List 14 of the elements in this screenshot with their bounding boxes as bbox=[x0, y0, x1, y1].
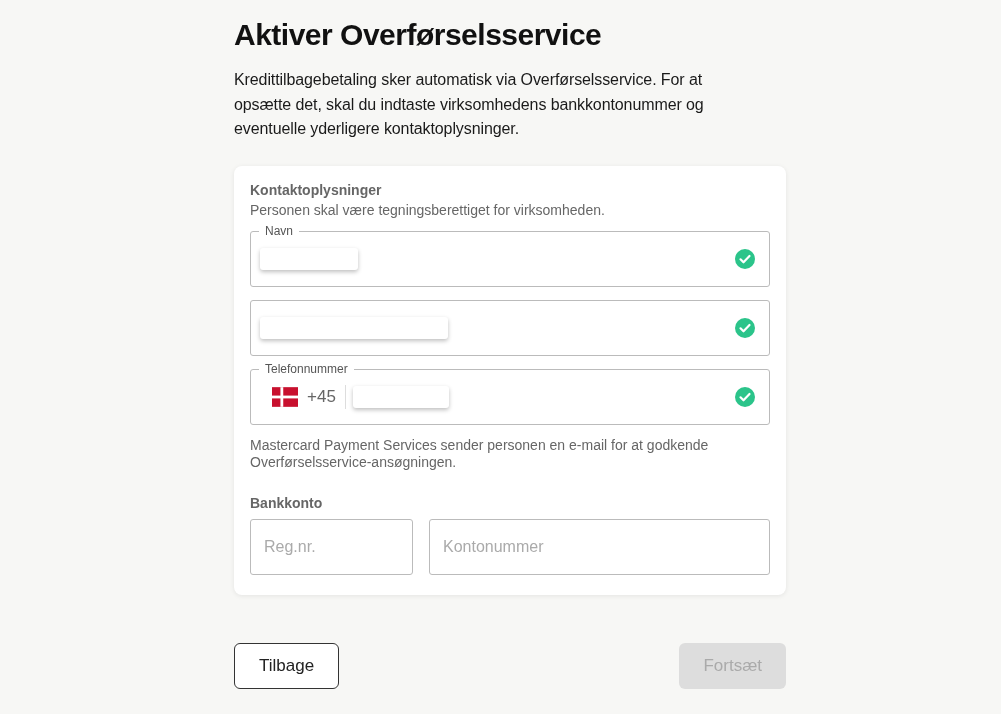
intro-text: Kredittilbagebetaling sker automatisk via Overførselsservice. For at opsætte det, skal du indtaste virksomhedens bankkontonummer og eventuelle yderligere kontaktoplysninger. bbox=[234, 70, 705, 139]
page-title: Aktiver Overførselsservice bbox=[234, 17, 603, 53]
text-field[interactable]: Reg.nr. bbox=[250, 518, 413, 575]
text-field[interactable]: Kontonummer bbox=[429, 518, 770, 575]
country-code: +45 bbox=[307, 384, 346, 409]
field-label: Navn bbox=[259, 223, 299, 238]
field-label: Telefonnummer bbox=[259, 361, 354, 376]
flag-icon bbox=[272, 386, 298, 407]
section-heading: Kontaktoplysninger bbox=[250, 181, 383, 198]
section-subtitle: Personen skal være tegningsberettiget for virksomheden. bbox=[250, 201, 606, 218]
back-button[interactable]: Tilbage bbox=[234, 642, 340, 689]
info-text: Mastercard Payment Services sender personen en e-mail for at godkende Overførselsservice-ansøgningen. bbox=[250, 436, 710, 471]
section-heading: Bankkonto bbox=[250, 494, 324, 511]
text-field[interactable] bbox=[250, 299, 770, 356]
